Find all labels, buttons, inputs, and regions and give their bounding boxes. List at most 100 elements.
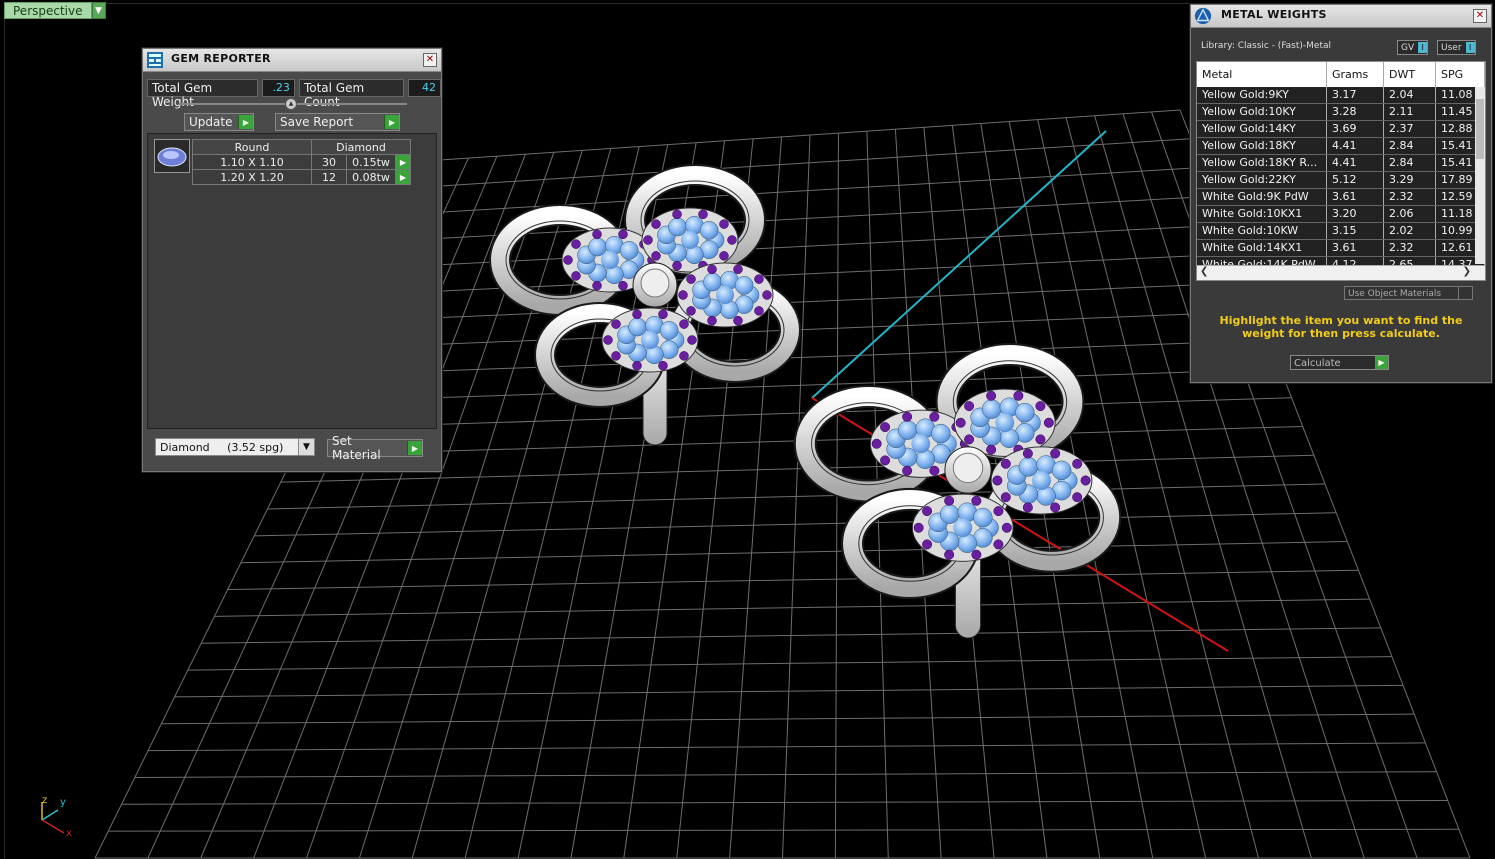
chevron-down-icon[interactable]: ▼ xyxy=(298,439,314,455)
metal-dwt: 2.06 xyxy=(1384,206,1436,222)
table-row[interactable]: Yellow Gold:14KY 3.69 2.37 12.88 xyxy=(1197,121,1485,138)
metal-name: Yellow Gold:10KY xyxy=(1197,104,1327,120)
table-row[interactable]: White Gold:10KX1 3.20 2.06 11.18 xyxy=(1197,206,1485,223)
metal-dwt: 2.04 xyxy=(1384,87,1436,103)
axis-x-label: x xyxy=(66,828,72,839)
earring-left[interactable] xyxy=(489,164,801,446)
material-select-value: Diamond (3.52 spg) xyxy=(160,441,284,454)
update-button[interactable]: Update ▶ xyxy=(184,113,254,131)
save-report-button-label: Save Report xyxy=(280,115,354,129)
user-toggle-label: User xyxy=(1441,42,1462,53)
table-row[interactable]: Yellow Gold:9KY 3.17 2.04 11.08 xyxy=(1197,87,1485,104)
col-dwt[interactable]: DWT xyxy=(1384,62,1436,87)
metal-name: Yellow Gold:18KY xyxy=(1197,138,1327,154)
metal-name: Yellow Gold:18KY R... xyxy=(1197,155,1327,171)
metal-dwt: 2.32 xyxy=(1384,240,1436,256)
play-icon: ▶ xyxy=(238,115,253,129)
select-row-icon[interactable]: ▶ xyxy=(395,154,411,170)
metal-weights-title: METAL WEIGHTS xyxy=(1221,8,1327,21)
gv-toggle[interactable]: GV I xyxy=(1397,40,1429,55)
viewport-menu[interactable]: Perspective ▼ xyxy=(4,2,106,19)
gem-count: 30 xyxy=(311,154,347,170)
metal-name: White Gold:10KX1 xyxy=(1197,206,1327,222)
horizontal-scrollbar[interactable]: ❮ ❯ xyxy=(1197,265,1485,280)
vertical-scrollbar[interactable] xyxy=(1475,87,1485,264)
metal-grams: 4.41 xyxy=(1327,155,1384,171)
metal-dwt: 2.84 xyxy=(1384,138,1436,154)
collapse-knob-icon[interactable]: ▲ xyxy=(285,98,297,110)
metal-dwt: 2.11 xyxy=(1384,104,1436,120)
gem-reporter-panel: GEM REPORTER ✕ Total Gem Weight .23 Tota… xyxy=(142,48,442,472)
metal-grams: 5.12 xyxy=(1327,172,1384,188)
close-icon[interactable]: ✕ xyxy=(423,53,437,67)
metal-weights-titlebar[interactable]: METAL WEIGHTS ✕ xyxy=(1191,5,1491,28)
use-object-materials-label: Use Object Materials xyxy=(1348,289,1442,299)
scroll-thumb[interactable] xyxy=(1476,99,1484,159)
metal-name: Yellow Gold:9KY xyxy=(1197,87,1327,103)
col-spg[interactable]: SPG xyxy=(1436,62,1485,87)
gem-totals-row: Total Gem Weight .23 Total Gem Count 42 xyxy=(147,79,441,109)
metal-grams: 3.20 xyxy=(1327,206,1384,222)
table-row[interactable]: Yellow Gold:10KY 3.28 2.11 11.45 xyxy=(1197,104,1485,121)
col-grams[interactable]: Grams xyxy=(1327,62,1384,87)
metal-grams: 4.41 xyxy=(1327,138,1384,154)
gem-table: Round Diamond 1.10 X 1.10 30 0.15tw ▶ 1.… xyxy=(192,139,411,185)
table-row[interactable]: White Gold:10KW 3.15 2.02 10.99 xyxy=(1197,223,1485,240)
metal-dwt: 2.32 xyxy=(1384,189,1436,205)
total-gem-count-label: Total Gem Count xyxy=(298,79,405,109)
gem-size: 1.10 X 1.10 xyxy=(192,154,312,170)
play-icon: ▶ xyxy=(384,115,399,129)
col-metal[interactable]: Metal xyxy=(1197,62,1327,87)
viewport-label[interactable]: Perspective xyxy=(4,2,92,19)
y-axis-line xyxy=(811,130,1107,399)
table-row[interactable]: 1.10 X 1.10 30 0.15tw ▶ xyxy=(192,154,411,170)
metal-dwt: 2.84 xyxy=(1384,155,1436,171)
select-row-icon[interactable]: ▶ xyxy=(395,169,411,185)
gem-reporter-title: GEM REPORTER xyxy=(171,52,271,65)
save-report-button[interactable]: Save Report ▶ xyxy=(275,113,400,131)
metal-grams: 3.17 xyxy=(1327,87,1384,103)
panel-collapse-slider[interactable]: ▲ xyxy=(179,98,407,110)
table-row[interactable]: 1.20 X 1.20 12 0.08tw ▶ xyxy=(192,169,411,185)
metal-grams: 3.28 xyxy=(1327,104,1384,120)
instructions-text: Highlight the item you want to find the … xyxy=(1219,314,1463,340)
total-gem-weight-value: .23 xyxy=(262,79,295,97)
metal-table-header: Metal Grams DWT SPG xyxy=(1197,62,1485,87)
table-row[interactable]: Yellow Gold:18KY 4.41 2.84 15.41 xyxy=(1197,138,1485,155)
calculate-button[interactable]: Calculate ▶ xyxy=(1290,355,1389,370)
metal-grams: 3.69 xyxy=(1327,121,1384,137)
gem-count: 12 xyxy=(311,169,347,185)
material-select[interactable]: Diamond (3.52 spg) ▼ xyxy=(155,438,315,456)
metal-name: White Gold:9K PdW xyxy=(1197,189,1327,205)
library-label: Library: Classic - (Fast)-Metal xyxy=(1201,41,1332,51)
play-icon: ▶ xyxy=(1375,356,1388,369)
metal-grams: 3.61 xyxy=(1327,240,1384,256)
scroll-left-icon[interactable]: ❮ xyxy=(1200,266,1208,277)
total-gem-weight-label: Total Gem Weight xyxy=(147,79,259,109)
table-row[interactable]: Yellow Gold:22KY 5.12 3.29 17.89 xyxy=(1197,172,1485,189)
metal-name: Yellow Gold:22KY xyxy=(1197,172,1327,188)
metal-name: White Gold:14KX1 xyxy=(1197,240,1327,256)
close-icon[interactable]: ✕ xyxy=(1473,9,1487,23)
table-row[interactable]: White Gold:9K PdW 3.61 2.32 12.59 xyxy=(1197,189,1485,206)
gv-toggle-label: GV xyxy=(1401,42,1415,53)
table-row[interactable]: Yellow Gold:18KY R... 4.41 2.84 15.41 xyxy=(1197,155,1485,172)
scroll-right-icon[interactable]: ❯ xyxy=(1463,266,1471,277)
use-object-materials-toggle[interactable]: Use Object Materials xyxy=(1344,286,1473,300)
round-diamond-icon[interactable] xyxy=(154,139,190,173)
table-row[interactable]: White Gold:14KX1 3.61 2.32 12.61 xyxy=(1197,240,1485,257)
metal-rows: Yellow Gold:9KY 3.17 2.04 11.08 Yellow Gold:… xyxy=(1197,87,1485,274)
viewport-dropdown-icon[interactable]: ▼ xyxy=(91,2,106,19)
set-material-button[interactable]: Set Material ▶ xyxy=(327,434,423,462)
metal-weights-panel: METAL WEIGHTS ✕ Library: Classic - (Fast… xyxy=(1190,4,1492,383)
metal-table: Metal Grams DWT SPG Yellow Gold:9KY 3.17 2… xyxy=(1196,61,1486,281)
metal-dwt: 3.29 xyxy=(1384,172,1436,188)
gem-reporter-icon xyxy=(147,52,163,68)
gem-reporter-titlebar[interactable]: GEM REPORTER ✕ xyxy=(143,49,441,72)
metal-dwt: 2.02 xyxy=(1384,223,1436,239)
user-toggle[interactable]: User I xyxy=(1437,40,1476,55)
gem-shape-header: Round xyxy=(192,139,312,155)
earring-right[interactable] xyxy=(793,342,1122,639)
total-gem-count-value: 42 xyxy=(408,79,441,97)
gem-size: 1.20 X 1.20 xyxy=(192,169,312,185)
